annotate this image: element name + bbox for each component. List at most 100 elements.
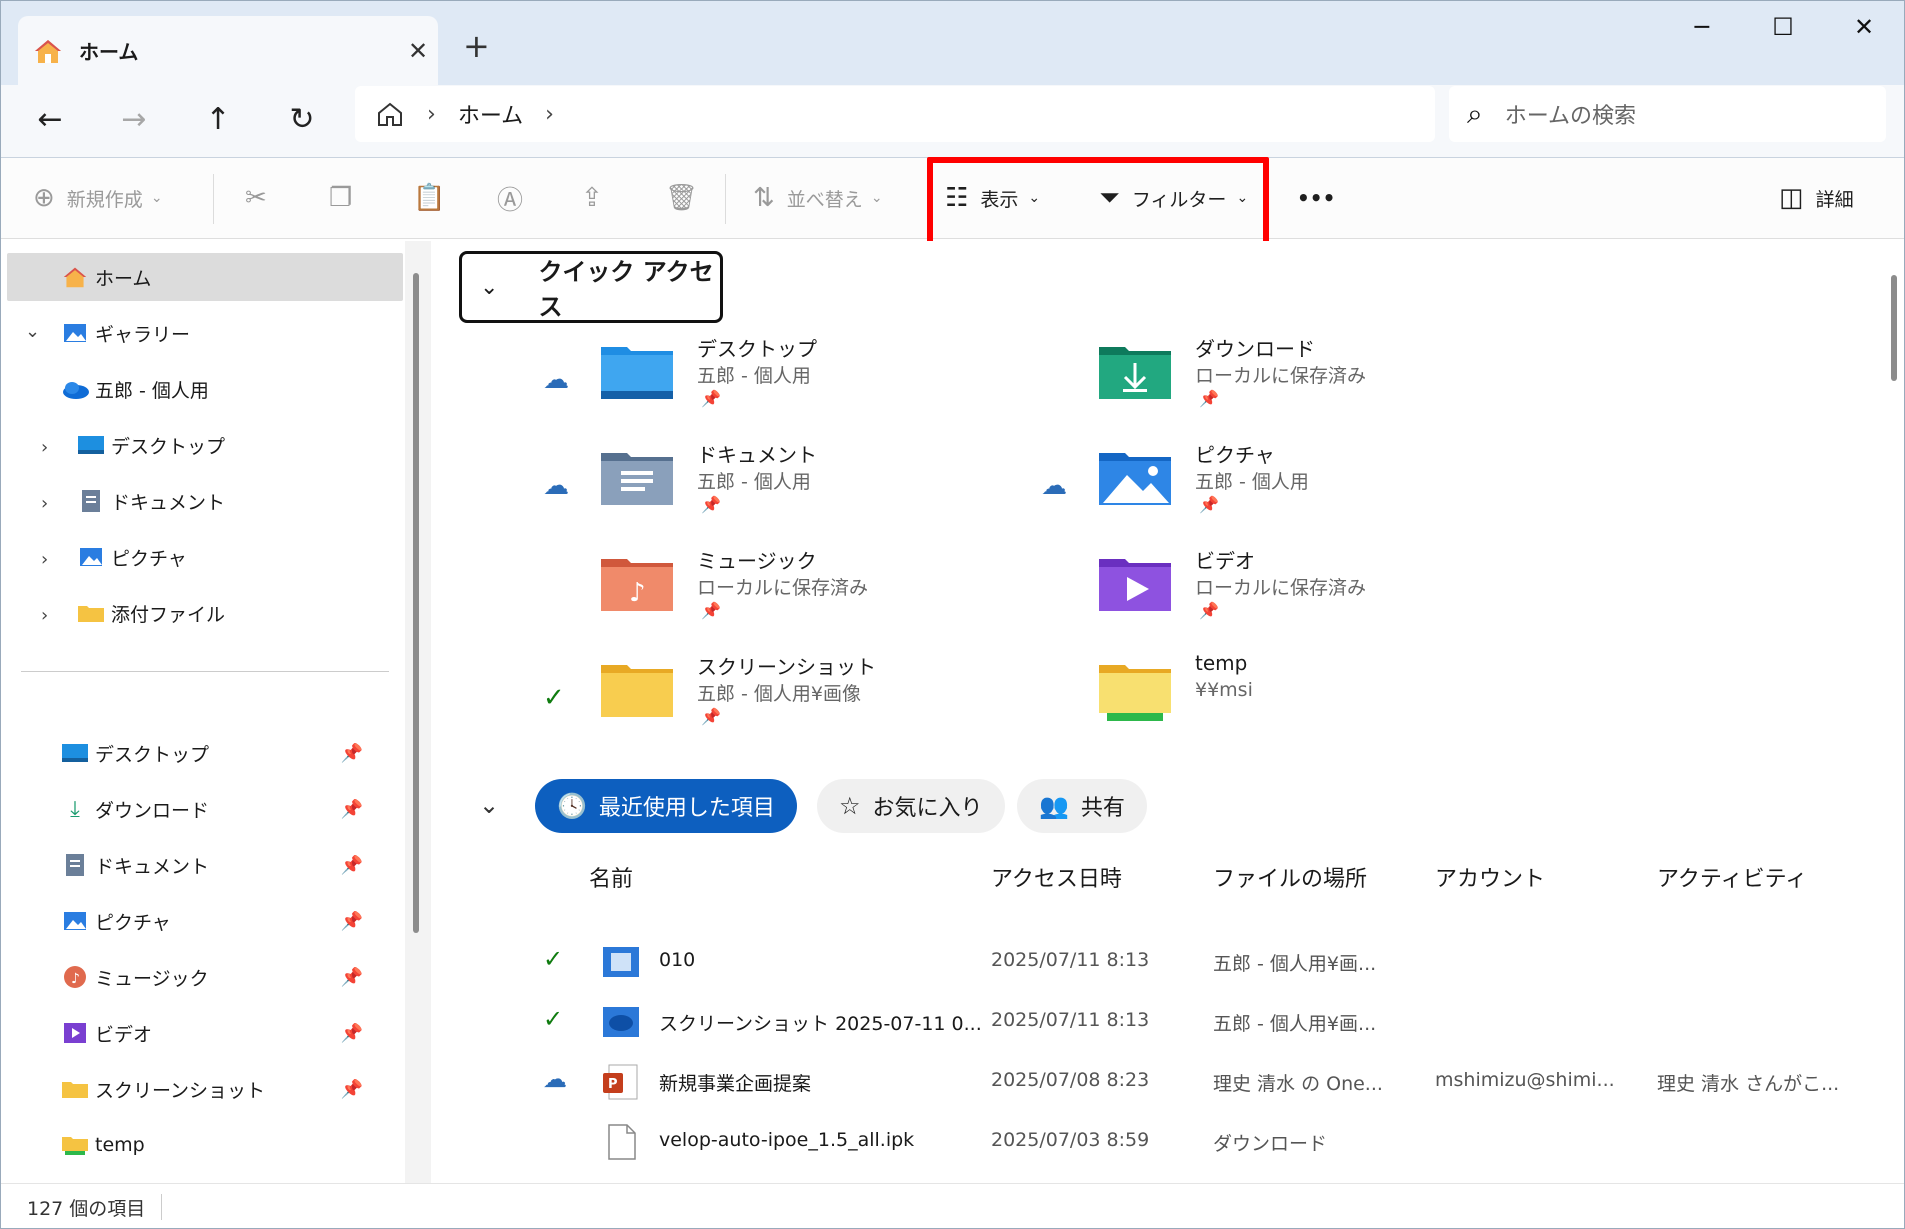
table-row[interactable]: ☁ P 新規事業企画提案 2025/07/08 8:23 理史 清水 の One…: [433, 1055, 1883, 1111]
clock-icon: 🕓: [557, 792, 587, 820]
content-scrollbar-thumb[interactable]: [1891, 275, 1897, 381]
sidebar-item-pinned-temp[interactable]: temp: [59, 1121, 399, 1169]
cut-button[interactable]: ✂: [245, 178, 279, 218]
paste-button[interactable]: 📋: [413, 178, 457, 218]
delete-button[interactable]: 🗑: [665, 178, 710, 218]
pin-icon[interactable]: 📌: [341, 911, 363, 932]
folder-tile-screenshots[interactable]: ✓ スクリーンショット 五郎 - 個人用¥画像 📌: [543, 655, 1023, 757]
sidebar-item-onedrive-attachments[interactable]: 添付ファイル: [75, 589, 225, 637]
folder-tile-pictures[interactable]: ☁ ピクチャ 五郎 - 個人用 📌: [1041, 443, 1521, 545]
tab-favorites[interactable]: ☆ お気に入り: [817, 779, 1005, 833]
breadcrumb-home[interactable]: ホーム: [458, 98, 523, 130]
pin-icon[interactable]: 📌: [341, 1079, 363, 1100]
pin-icon[interactable]: 📌: [341, 743, 363, 764]
sidebar-item-pinned-pictures[interactable]: ピクチャ 📌: [59, 897, 399, 945]
details-pane-button[interactable]: ◫ 詳細: [1779, 178, 1854, 218]
sidebar-item-onedrive-documents[interactable]: ドキュメント: [75, 477, 225, 525]
expand-chevron-right-icon[interactable]: ›: [41, 549, 48, 570]
pin-icon[interactable]: 📌: [341, 799, 363, 820]
videos-folder-icon: [1099, 559, 1171, 611]
synced-check-icon: ✓: [543, 1005, 564, 1033]
home-icon: [59, 263, 91, 291]
column-header-name[interactable]: 名前: [589, 861, 633, 893]
tab-recent[interactable]: 🕓 最近使用した項目: [535, 779, 797, 833]
sidebar-item-pinned-downloads[interactable]: ⤓ ダウンロード 📌: [59, 785, 399, 833]
pin-icon[interactable]: 📌: [341, 855, 363, 876]
sort-button[interactable]: ⇅ 並べ替え ⌄: [753, 178, 883, 218]
column-header-account[interactable]: アカウント: [1435, 861, 1545, 893]
tab-home[interactable]: ホーム ✕: [18, 16, 438, 85]
folder-name: デスクトップ: [697, 337, 817, 361]
tab-label: 最近使用した項目: [598, 796, 775, 821]
details-pane-icon: ◫: [1779, 183, 1804, 213]
up-button[interactable]: ↑: [193, 95, 243, 145]
title-bar: ホーム ✕ + ─ ☐ ✕: [1, 1, 1904, 85]
table-row[interactable]: velop-auto-ipoe_1.5_all.ipk 2025/07/03 8…: [433, 1115, 1883, 1171]
column-header-activity[interactable]: アクティビティ: [1657, 861, 1807, 893]
refresh-button[interactable]: ↻: [277, 95, 327, 145]
expand-chevron-right-icon[interactable]: ›: [41, 605, 48, 626]
maximize-button[interactable]: ☐: [1758, 13, 1808, 41]
expand-chevron-right-icon[interactable]: ›: [41, 493, 48, 514]
folder-tile-temp[interactable]: temp ¥¥msi: [1041, 651, 1521, 757]
sidebar-item-pinned-videos[interactable]: ビデオ 📌: [59, 1009, 399, 1057]
new-button[interactable]: ⊕ 新規作成 ⌄: [33, 178, 163, 218]
sidebar-label: ホーム: [95, 267, 152, 290]
collapse-chevron-icon[interactable]: ⌄: [479, 791, 499, 819]
column-header-location[interactable]: ファイルの場所: [1213, 861, 1367, 893]
sidebar-item-pinned-screenshots[interactable]: スクリーンショット 📌: [59, 1065, 399, 1113]
music-icon: ♪: [59, 963, 91, 991]
sidebar-item-onedrive-desktop[interactable]: デスクトップ: [75, 421, 225, 469]
search-box[interactable]: ⌕ ホームの検索: [1449, 86, 1886, 142]
minimize-button[interactable]: ─: [1677, 13, 1727, 41]
copy-button[interactable]: ❐: [329, 178, 364, 218]
sidebar-label: ダウンロード: [95, 799, 210, 822]
new-tab-button[interactable]: +: [463, 27, 490, 65]
network-folder-icon: [59, 1131, 91, 1159]
sidebar-item-gallery[interactable]: ギャラリー: [59, 309, 190, 357]
folder-tile-music[interactable]: ♪ ミュージック ローカルに保存済み 📌: [543, 549, 1023, 651]
sidebar-label: ビデオ: [95, 1023, 153, 1046]
table-row[interactable]: ✓ スクリーンショット 2025-07-11 0... 2025/07/11 8…: [433, 995, 1883, 1051]
forward-button[interactable]: →: [109, 95, 159, 145]
sidebar-item-pinned-music[interactable]: ♪ ミュージック 📌: [59, 953, 399, 1001]
breadcrumb-chevron-icon[interactable]: ›: [545, 102, 554, 127]
share-icon: ⇪: [581, 183, 603, 213]
image-file-icon: [603, 947, 639, 977]
pin-icon[interactable]: 📌: [341, 967, 363, 988]
column-header-date[interactable]: アクセス日時: [991, 861, 1122, 893]
sidebar-item-onedrive-pictures[interactable]: ピクチャ: [75, 533, 187, 581]
address-bar[interactable]: › ホーム ›: [355, 86, 1435, 142]
close-window-button[interactable]: ✕: [1839, 13, 1889, 41]
breadcrumb-chevron-icon[interactable]: ›: [427, 102, 436, 127]
more-options-button[interactable]: •••: [1297, 178, 1335, 218]
search-icon: ⌕: [1467, 97, 1483, 130]
back-button[interactable]: ←: [25, 95, 75, 145]
folder-tile-downloads[interactable]: ダウンロード ローカルに保存済み 📌: [1041, 337, 1521, 439]
tab-close-icon[interactable]: ✕: [398, 37, 438, 65]
sidebar-item-onedrive[interactable]: 五郎 - 個人用: [59, 365, 209, 413]
pin-icon: 📌: [1199, 389, 1219, 408]
expand-chevron-right-icon[interactable]: ›: [41, 437, 48, 458]
quick-access-header[interactable]: ⌄ クイック アクセス: [459, 251, 723, 323]
documents-icon: [59, 851, 91, 879]
sidebar-item-pinned-documents[interactable]: ドキュメント 📌: [59, 841, 399, 889]
sidebar-item-home[interactable]: ホーム: [7, 253, 403, 301]
folder-tile-documents[interactable]: ☁ ドキュメント 五郎 - 個人用 📌: [543, 443, 1023, 545]
table-row[interactable]: ✓ 010 2025/07/11 8:13 五郎 - 個人用¥画...: [433, 935, 1883, 991]
folder-icon: [601, 665, 673, 717]
home-outline-icon[interactable]: [375, 100, 405, 128]
tab-shared[interactable]: 👥 共有: [1017, 779, 1147, 833]
sidebar-item-pinned-desktop[interactable]: デスクトップ 📌: [59, 729, 399, 777]
sidebar-scrollbar-thumb[interactable]: [413, 273, 419, 933]
svg-text:♪: ♪: [71, 971, 80, 987]
file-activity: 理史 清水 さんがこ...: [1657, 1073, 1840, 1095]
expand-chevron-down-icon[interactable]: ⌄: [25, 321, 40, 342]
share-button[interactable]: ⇪: [581, 178, 615, 218]
pictures-icon: [75, 543, 107, 571]
folder-tile-videos[interactable]: ビデオ ローカルに保存済み 📌: [1041, 549, 1521, 651]
pin-icon[interactable]: 📌: [341, 1023, 363, 1044]
rename-button[interactable]: Ⓐ: [497, 178, 535, 218]
sidebar-label: temp: [95, 1134, 145, 1156]
folder-tile-desktop[interactable]: ☁ デスクトップ 五郎 - 個人用 📌: [543, 337, 1023, 439]
